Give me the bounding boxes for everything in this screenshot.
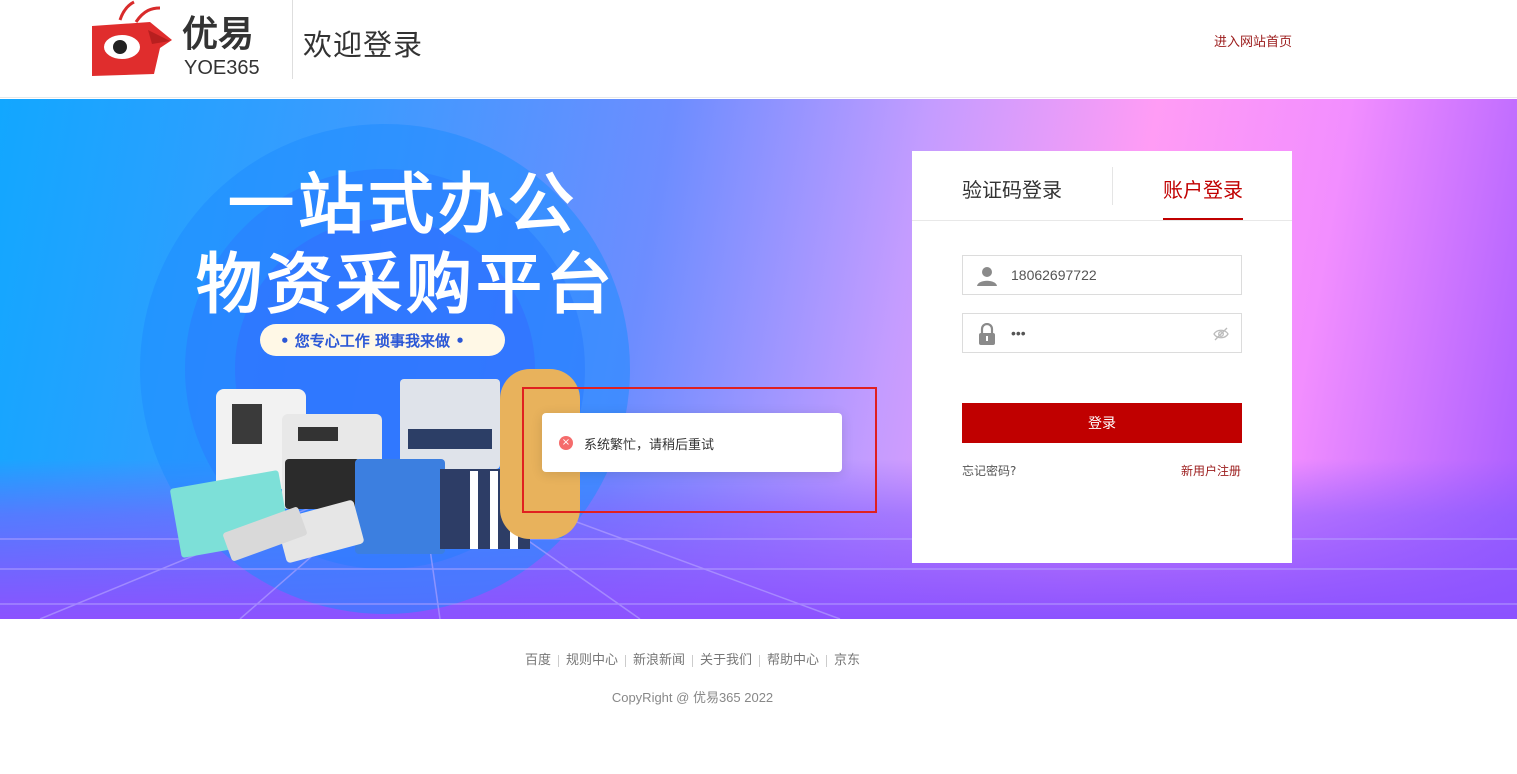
footer-link-baidu[interactable]: 百度 — [518, 653, 558, 668]
hide-password-icon[interactable] — [1213, 326, 1229, 342]
register-link[interactable]: 新用户注册 — [1181, 462, 1241, 479]
banner-slogan: • 您专心工作 琐事我来做 • — [280, 332, 465, 350]
brand-name-cn: 优易 — [182, 14, 254, 55]
tabs-divider — [912, 220, 1292, 221]
banner-headline-line2: 物资采购平台 — [196, 246, 616, 323]
tab-account-login[interactable]: 账户登录 — [1163, 174, 1243, 203]
login-card: 验证码登录 账户登录 登录 忘记密码? 新用户注册 — [912, 151, 1292, 563]
error-icon: × — [559, 436, 573, 450]
user-icon — [977, 267, 997, 286]
banner-headline-line1: 一站式办公 — [228, 166, 578, 243]
error-toast: × 系统繁忙，请稍后重试 — [542, 413, 842, 472]
password-input[interactable] — [1011, 314, 1211, 352]
footer-link-about[interactable]: 关于我们 — [693, 653, 759, 668]
forgot-password-link[interactable]: 忘记密码? — [962, 462, 1016, 479]
username-field[interactable] — [962, 255, 1242, 295]
page-title: 欢迎登录 — [303, 28, 424, 62]
footer-link-rules[interactable]: 规则中心 — [559, 653, 625, 668]
footer-link-jd[interactable]: 京东 — [827, 653, 867, 668]
brand-name-en: YOE365 — [184, 57, 260, 79]
header-divider — [292, 0, 293, 79]
footer-link-help[interactable]: 帮助中心 — [760, 653, 826, 668]
footer-links: 百度 规则中心 新浪新闻 关于我们 帮助中心 京东 — [0, 649, 1385, 668]
lock-icon — [979, 323, 995, 345]
password-field[interactable] — [962, 313, 1242, 353]
login-button[interactable]: 登录 — [962, 403, 1242, 443]
toast-message: 系统繁忙，请稍后重试 — [584, 438, 715, 453]
tab-sms-login[interactable]: 验证码登录 — [962, 174, 1062, 203]
home-link[interactable]: 进入网站首页 — [1214, 31, 1292, 50]
copyright: CopyRight @ 优易365 2022 — [611, 690, 774, 705]
username-input[interactable] — [1011, 256, 1211, 294]
brand-logo[interactable]: 优易 YOE365 — [90, 0, 276, 80]
site-header: 优易 YOE365 欢迎登录 进入网站首页 — [0, 0, 1517, 98]
tab-separator — [1112, 167, 1113, 205]
footer-link-sina[interactable]: 新浪新闻 — [626, 653, 692, 668]
